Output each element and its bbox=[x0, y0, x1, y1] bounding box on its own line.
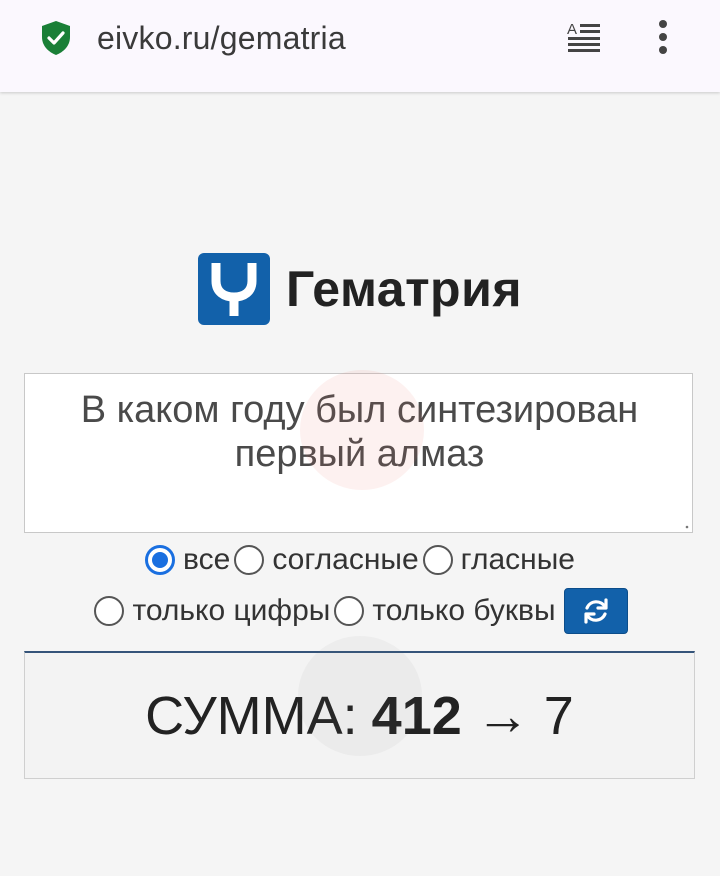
radio-letters[interactable] bbox=[334, 596, 365, 626]
site-header: Гематрия bbox=[0, 252, 720, 326]
radio-label: гласные bbox=[460, 543, 575, 576]
fork-y-icon[interactable] bbox=[197, 253, 270, 325]
radio-label: все bbox=[183, 543, 231, 576]
radio-label: согласные bbox=[272, 543, 419, 576]
refresh-button[interactable] bbox=[563, 588, 628, 634]
phrase-input-value: В каком году был синтезирован первый алм… bbox=[80, 389, 639, 475]
filter-option-letters[interactable]: только буквы bbox=[334, 594, 556, 628]
sum-result: СУММА: 412 → 7 bbox=[24, 651, 695, 779]
filter-option-consonants[interactable]: согласные bbox=[234, 543, 419, 577]
svg-text:A: A bbox=[567, 21, 577, 38]
sum-arrow: → bbox=[475, 685, 530, 746]
filter-option-digits[interactable]: только цифры bbox=[94, 594, 330, 628]
url-bar[interactable]: eivko.ru/gematria bbox=[97, 18, 346, 58]
filter-option-vowels[interactable]: гласные bbox=[422, 543, 575, 577]
phrase-input[interactable]: В каком году был синтезирован первый алм… bbox=[24, 373, 693, 533]
sum-reduced: 7 bbox=[543, 685, 574, 746]
sum-label: СУММА: bbox=[145, 685, 358, 746]
browser-toolbar: eivko.ru/gematria A bbox=[0, 0, 720, 92]
radio-all[interactable] bbox=[145, 545, 176, 575]
radio-digits[interactable] bbox=[94, 596, 125, 626]
radio-consonants[interactable] bbox=[234, 545, 265, 575]
radio-vowels[interactable] bbox=[422, 545, 453, 575]
radio-label: только буквы bbox=[372, 594, 556, 627]
refresh-icon bbox=[583, 598, 608, 624]
resize-grip-icon[interactable] bbox=[683, 523, 689, 529]
sum-value: 412 bbox=[371, 685, 462, 746]
filter-row-1: все согласные гласные bbox=[0, 538, 720, 582]
radio-label: только цифры bbox=[132, 594, 331, 627]
more-vertical-icon[interactable] bbox=[652, 18, 674, 58]
filter-row-2: только цифры только буквы bbox=[0, 587, 720, 635]
shield-check-icon[interactable] bbox=[40, 20, 72, 56]
page-title: Гематрия bbox=[285, 261, 523, 317]
filter-option-all[interactable]: все bbox=[145, 543, 230, 577]
reader-mode-icon[interactable]: A bbox=[566, 20, 602, 54]
